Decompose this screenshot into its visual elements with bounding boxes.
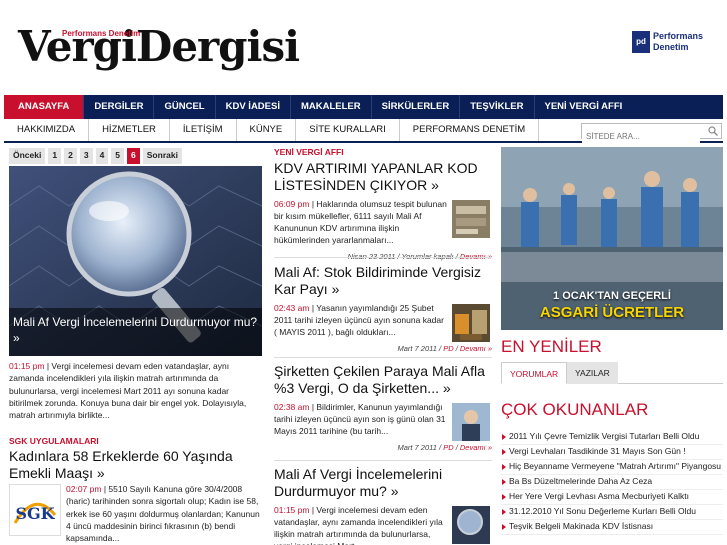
nav-dergiler[interactable]: DERGİLER bbox=[84, 95, 155, 119]
pager-page-2[interactable]: 2 bbox=[64, 148, 77, 164]
partner-logo-icon: pd bbox=[632, 31, 650, 53]
article-1-thumbnail[interactable] bbox=[452, 200, 490, 238]
sgk-summary: 02:07 pm | 5510 Sayılı Kanuna göre 30/4/… bbox=[66, 484, 260, 544]
article-4-body: 01:15 pm | Vergi incelemesi devam eden v… bbox=[274, 504, 492, 545]
nav-yeni-vergi-affi[interactable]: YENİ VERGİ AFFI bbox=[535, 95, 633, 119]
sgk-logo-text: SGK bbox=[15, 504, 55, 523]
popular-list: 2011 Yılı Çevre Temizlik Vergisi Tutarla… bbox=[501, 430, 723, 535]
factory-workers-photo bbox=[501, 147, 723, 330]
divider bbox=[274, 257, 492, 258]
partner-logo[interactable]: pd Performans Denetim bbox=[632, 31, 722, 57]
site-logo[interactable]: VergiDergisi bbox=[18, 24, 300, 70]
article-3-title[interactable]: Şirketten Çekilen Paraya Mali Afla %3 Ve… bbox=[274, 363, 492, 397]
featured-time: 01:15 pm bbox=[9, 361, 45, 371]
banner-line-1: 1 OCAK'TAN GEÇERLİ bbox=[553, 290, 671, 302]
nav-tesvikler[interactable]: TEŞVİKLER bbox=[460, 95, 535, 119]
featured-caption[interactable]: Mali Af Vergi İncelemelerini Durdurmuyor… bbox=[9, 308, 262, 356]
nav-makaleler[interactable]: MAKALELER bbox=[291, 95, 372, 119]
featured-slide[interactable]: Mali Af Vergi İncelemelerini Durdurmuyor… bbox=[9, 166, 262, 356]
tab-yazilar[interactable]: YAZILAR bbox=[567, 362, 618, 384]
article-2-more-link[interactable]: Devamı » bbox=[460, 344, 492, 353]
featured-summary: 01:15 pm | Vergi incelemesi devam eden v… bbox=[9, 361, 247, 421]
nav-guncel[interactable]: GÜNCEL bbox=[154, 95, 216, 119]
article-1-body: 06:09 pm | Haklarında olumsuz tespit bul… bbox=[274, 198, 492, 246]
sgk-time: 02:07 pm bbox=[66, 484, 102, 494]
divider bbox=[274, 460, 492, 461]
popular-item[interactable]: 31.12.2010 Yıl Sonu Değerleme Kurları Be… bbox=[501, 505, 723, 520]
nav-hizmetler[interactable]: HİZMETLER bbox=[89, 119, 170, 141]
popular-heading: ÇOK OKUNANLAR bbox=[501, 400, 649, 419]
sgk-logo-icon: SGK bbox=[13, 502, 57, 524]
article-3-author[interactable]: PD bbox=[443, 443, 453, 452]
nav-site-kurallari[interactable]: SİTE KURALLARI bbox=[296, 119, 400, 141]
search-icon[interactable] bbox=[708, 126, 718, 136]
partner-logo-line2: Denetim bbox=[653, 42, 689, 52]
nav-anasayfa[interactable]: ANASAYFA bbox=[4, 95, 85, 119]
sgk-logo-image[interactable]: SGK bbox=[9, 484, 61, 536]
tab-yorumlar[interactable]: YORUMLAR bbox=[501, 362, 568, 384]
article-3: Şirketten Çekilen Paraya Mali Afla %3 Ve… bbox=[274, 363, 492, 452]
popular-item[interactable]: 2011 Yılı Çevre Temizlik Vergisi Tutarla… bbox=[501, 430, 723, 445]
search-box bbox=[581, 123, 722, 144]
pager-page-6[interactable]: 6 bbox=[127, 148, 140, 164]
latest-tabs: YORUMLAR YAZILAR bbox=[501, 362, 723, 384]
popular-item[interactable]: Hiç Beyanname Vermeyene "Matrah Artırımı… bbox=[501, 460, 723, 475]
nav-iletisim[interactable]: İLETİŞİM bbox=[170, 119, 237, 141]
pager-page-5[interactable]: 5 bbox=[111, 148, 125, 164]
nav-performans-denetim[interactable]: PERFORMANS DENETİM bbox=[400, 119, 540, 141]
nav-kunye[interactable]: KÜNYE bbox=[237, 119, 297, 141]
article-3-more-link[interactable]: Devamı » bbox=[460, 443, 492, 452]
pager-page-4[interactable]: 4 bbox=[95, 148, 109, 164]
pager-next[interactable]: Sonraki bbox=[142, 148, 182, 164]
latest-heading: EN YENİLER bbox=[501, 337, 602, 356]
article-2-body: 02:43 am | Yasanın yayımlandığı 25 Şubet… bbox=[274, 302, 492, 342]
article-1: KDV ARTIRIMI YAPANLAR KOD LİSTESİNDEN ÇI… bbox=[274, 160, 492, 261]
popular-item[interactable]: Her Yere Vergi Levhası Asma Mecburiyeti … bbox=[501, 490, 723, 505]
sgk-category[interactable]: SGK UYGULAMALARI bbox=[9, 436, 99, 446]
article-3-date: Mart 7 2011 / bbox=[397, 443, 442, 452]
minimum-wage-banner[interactable]: 1 OCAK'TAN GEÇERLİ ASGARİ ÜCRETLER bbox=[501, 147, 723, 330]
article-2-meta: Mart 7 2011 / PD / Devamı » bbox=[397, 344, 492, 353]
article-4: Mali Af Vergi İncelemelerini Durdurmuyor… bbox=[274, 466, 492, 545]
slider-pager: Önceki 1 2 3 4 5 6 Sonraki bbox=[9, 148, 182, 164]
banner-line-2: ASGARİ ÜCRETLER bbox=[539, 304, 685, 321]
article-1-time: 06:09 pm bbox=[274, 199, 310, 209]
pager-prev[interactable]: Önceki bbox=[9, 148, 46, 164]
article-2-date: Mart 7 2011 / bbox=[397, 344, 442, 353]
article-2-author[interactable]: PD bbox=[443, 344, 453, 353]
article-2-time: 02:43 am bbox=[274, 303, 310, 313]
partner-logo-text: Performans Denetim bbox=[653, 31, 703, 53]
search-input[interactable] bbox=[582, 129, 700, 144]
nav-sirkulerler[interactable]: SİRKÜLERLER bbox=[372, 95, 461, 119]
article-3-meta: Mart 7 2011 / PD / Devamı » bbox=[397, 443, 492, 452]
nav-kdv-iadesi[interactable]: KDV İADESİ bbox=[216, 95, 291, 119]
popular-item[interactable]: Ba Bs Düzeltmelerinde Daha Az Ceza bbox=[501, 475, 723, 490]
divider bbox=[274, 357, 492, 358]
sgk-title[interactable]: Kadınlara 58 Erkeklerde 60 Yaşında Emekl… bbox=[9, 448, 262, 482]
article-2-thumbnail[interactable] bbox=[452, 304, 490, 342]
pager-page-3[interactable]: 3 bbox=[79, 148, 93, 164]
article-3-time: 02:38 am bbox=[274, 402, 310, 412]
article-4-time: 01:15 pm bbox=[274, 505, 310, 515]
popular-item[interactable]: Vergi Levhaları Tasdikinde 31 Mayıs Son … bbox=[501, 445, 723, 460]
article-1-title[interactable]: KDV ARTIRIMI YAPANLAR KOD LİSTESİNDEN ÇI… bbox=[274, 160, 492, 194]
featured-text: Vergi incelemesi devam eden vatandaşlar,… bbox=[9, 361, 247, 421]
site-header: VergiDergisi Performans Denetim pd Perfo… bbox=[0, 0, 727, 95]
middle-category[interactable]: YENİ VERGİ AFFI bbox=[274, 147, 344, 157]
article-2-title[interactable]: Mali Af: Stok Bildiriminde Vergisiz Kar … bbox=[274, 264, 492, 298]
article-4-thumbnail[interactable] bbox=[452, 506, 490, 544]
nav-hakkimizda[interactable]: HAKKIMIZDA bbox=[4, 119, 90, 141]
article-4-title[interactable]: Mali Af Vergi İncelemelerini Durdurmuyor… bbox=[274, 466, 492, 500]
article-3-body: 02:38 am | Bildirimler, Kanunun yayımlan… bbox=[274, 401, 492, 441]
popular-item[interactable]: Teşvik Belgeli Makinada KDV İstisnası bbox=[501, 520, 723, 535]
article-3-thumbnail[interactable] bbox=[452, 403, 490, 441]
partner-logo-line1: Performans bbox=[653, 31, 704, 41]
pager-page-1[interactable]: 1 bbox=[48, 148, 62, 164]
primary-nav: ANASAYFA DERGİLER GÜNCEL KDV İADESİ MAKA… bbox=[4, 95, 723, 119]
page: { "header": { "logo_text": "VergiDergisi… bbox=[0, 0, 727, 545]
sgk-block: SGK UYGULAMALARI Kadınlara 58 Erkeklerde… bbox=[9, 436, 262, 482]
article-2: Mali Af: Stok Bildiriminde Vergisiz Kar … bbox=[274, 264, 492, 353]
logo-subtext: Performans Denetim bbox=[62, 29, 141, 38]
